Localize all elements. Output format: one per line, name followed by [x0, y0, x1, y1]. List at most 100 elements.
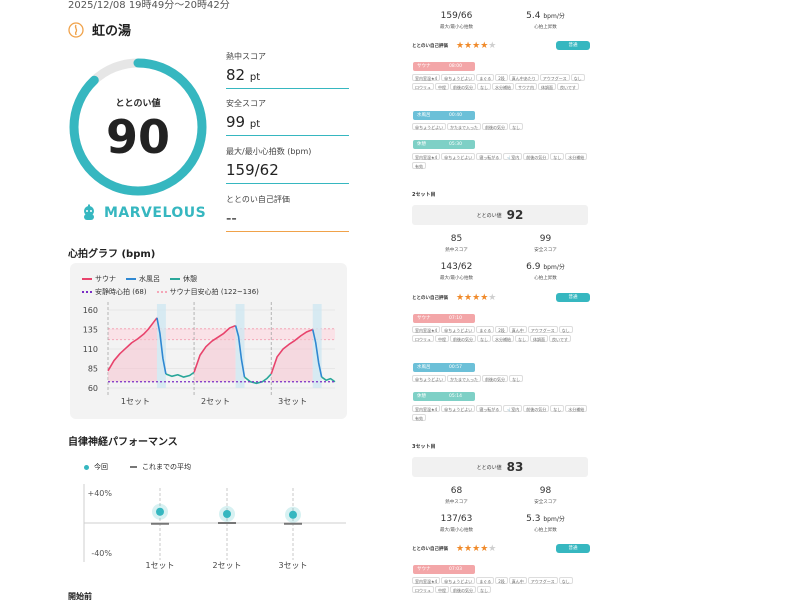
stage-chips: 室内室温★4 😀ちょうどよい まぐる 2段 真ん中あたり アウフグース なしロウリュ 中程 前後…	[412, 74, 590, 92]
metric-label: 最大/最小心拍数 (bpm)	[226, 147, 312, 156]
set2-self-rating: ととのい自己評価 ★★★★★ 普通	[412, 293, 590, 303]
condition-chip: 水分補給	[565, 405, 588, 412]
condition-chip: まぐる	[476, 74, 495, 81]
ans-current-point	[289, 510, 297, 519]
session-timestamp: 2025/12/08 19時49分～20時42分	[68, 0, 230, 11]
condition-chip: 有効	[412, 414, 426, 421]
condition-chip: 😀ちょうどよい	[441, 326, 476, 333]
heart-graph-card: サウナ 水風呂 休憩 安静時心拍 (68) サウナ目安心拍 (122~136) …	[70, 263, 347, 419]
star-filled-icon: ★	[455, 293, 465, 303]
star-empty-icon: ★	[488, 41, 497, 51]
set3-heat-stat: 68 熱中スコア	[445, 486, 468, 505]
star-filled-icon: ★	[455, 544, 465, 554]
totonoi-score-ring: ととのい値 90	[67, 56, 209, 198]
condition-chip: 体調面	[530, 335, 548, 342]
condition-chip: 😀ちょうどよい	[441, 577, 476, 584]
set3-hr-stat: 137/63 最大/最小心拍数	[439, 514, 473, 533]
y-tick-label: 160	[83, 306, 98, 315]
sauna-facility-icon	[68, 21, 84, 38]
condition-chip: 前後の気分	[523, 153, 550, 160]
condition-chip: なし	[509, 375, 524, 382]
star-filled-icon: ★	[472, 544, 481, 554]
set2-totonoi-box: ととのい値 92	[412, 205, 588, 225]
condition-chip: なし	[558, 577, 573, 584]
condition-chip: 良いです	[549, 335, 571, 342]
metric-value: 99 pt	[226, 113, 349, 136]
y-tick-label: 110	[83, 345, 98, 354]
metric-label: ととのい自己評価	[226, 195, 290, 204]
rest-line	[321, 376, 336, 383]
metric-heart-rate: 最大/最小心拍数 (bpm) 159/62	[226, 146, 349, 184]
condition-chip: 😀ちょうどよい	[441, 405, 476, 412]
set-label: 1セット	[121, 397, 150, 406]
condition-chip: 🚽室内	[503, 405, 523, 412]
metric-self-rating: ととのい自己評価 --	[226, 194, 349, 232]
rating-badge: 普通	[556, 41, 590, 50]
condition-chip: なし	[550, 153, 565, 160]
star-rating: ★★★★★	[456, 544, 496, 554]
ans-current-point	[156, 507, 164, 516]
ans-legend: 今回 これまでの平均	[84, 462, 191, 472]
condition-chip: 中程	[435, 83, 449, 90]
stage-sauna-tag: サウナ 08:00	[413, 62, 475, 71]
star-filled-icon: ★	[464, 41, 473, 51]
ans-y-bottom-label: -40%	[91, 549, 112, 558]
rest-line	[165, 371, 195, 378]
stage-chips: 😀ちょうどよい かたまで入った 前後の気分 なし	[412, 375, 590, 384]
ans-current-point	[223, 510, 231, 518]
set1-hr-stat: 159/66 最大/最小心拍数	[439, 11, 473, 30]
condition-chip: なし	[550, 405, 565, 412]
rating-badge: 普通	[556, 544, 590, 553]
condition-chip: かたまで入った	[447, 375, 482, 382]
metric-label: 安全スコア	[226, 99, 266, 108]
session-summary-panel: 2025/12/08 19時49分～20時42分 虹の湯 ととのい値 90 MA…	[0, 0, 400, 600]
set3-safe-stat: 98 安全スコア	[534, 486, 557, 505]
set2-hr-stat: 143/62 最大/最小心拍数	[439, 262, 473, 281]
stage-water-tag: 水風呂 00:57	[413, 363, 475, 372]
score-label: ととのい値	[115, 99, 161, 109]
condition-chip: 前後の気分	[450, 586, 476, 593]
metric-value: 82 pt	[226, 66, 349, 89]
condition-chip: 前後の気分	[523, 405, 550, 412]
condition-chip: 前後の気分	[482, 375, 509, 382]
stage-chips: 室内室温★4 😀ちょうどよい まぐる 2段 真ん中 アウフグース なしロウリュ 中程 前後の気分…	[412, 577, 590, 595]
metric-label: 熱中スコア	[226, 52, 266, 61]
condition-chip: 室内室温★4	[412, 405, 441, 412]
condition-chip: 室内室温★4	[412, 326, 441, 333]
condition-chip: なし	[477, 586, 491, 593]
set3-self-rating: ととのい自己評価 ★★★★★ 普通	[412, 544, 590, 554]
y-tick-label: 85	[88, 365, 98, 374]
condition-chip: まぐる	[476, 577, 495, 584]
condition-chip: なし	[558, 326, 573, 333]
condition-chip: 体調面	[538, 83, 556, 90]
condition-chip: 🚽室内	[503, 153, 523, 160]
set1-self-rating: ととのい自己評価 ★★★★★ 普通	[412, 41, 590, 51]
star-empty-icon: ★	[488, 293, 497, 303]
condition-chip: 室内室温★4	[412, 153, 441, 160]
stage-rest-tag: 休憩 05:14	[413, 392, 475, 401]
stage-chips: 室内室温★4 😀ちょうどよい 寝っ転がる 🚽室内 前後の気分 なし 水分補給有効	[412, 153, 590, 171]
legend-current: 今回	[84, 462, 108, 472]
heart-graph-title: 心拍グラフ (bpm)	[68, 249, 156, 260]
pre-start-title: 開始前	[68, 592, 92, 600]
condition-chip: 室内室温★4	[412, 74, 441, 81]
y-tick-label: 60	[88, 384, 98, 393]
condition-chip: 有効	[412, 162, 426, 169]
grade: MARVELOUS	[80, 204, 206, 222]
set3-totonoi-box: ととのい値 83	[412, 457, 588, 477]
stage-chips: 室内室温★4 😀ちょうどよい 寝っ転がる 🚽室内 前後の気分 なし 水分補給有効	[412, 405, 590, 423]
condition-chip: 2段	[495, 74, 508, 81]
stage-rest-tag: 休憩 05:30	[413, 140, 475, 149]
metric-value: --	[226, 209, 349, 232]
set2-heading: 2セット目	[412, 192, 436, 198]
condition-chip: 水分補給	[492, 335, 514, 342]
ans-set-label: 2セット	[212, 561, 241, 570]
rating-badge: 普通	[556, 293, 590, 302]
condition-chip: 寝っ転がる	[476, 153, 503, 160]
condition-chip: 中程	[435, 586, 449, 593]
stage-sauna-tag: サウナ 07:03	[413, 565, 475, 574]
ans-y-top-label: +40%	[88, 489, 113, 498]
stage-sauna-tag: サウナ 07:10	[413, 314, 475, 323]
metric-value: 159/62	[226, 161, 349, 184]
condition-chip: 😀ちょうどよい	[441, 153, 476, 160]
